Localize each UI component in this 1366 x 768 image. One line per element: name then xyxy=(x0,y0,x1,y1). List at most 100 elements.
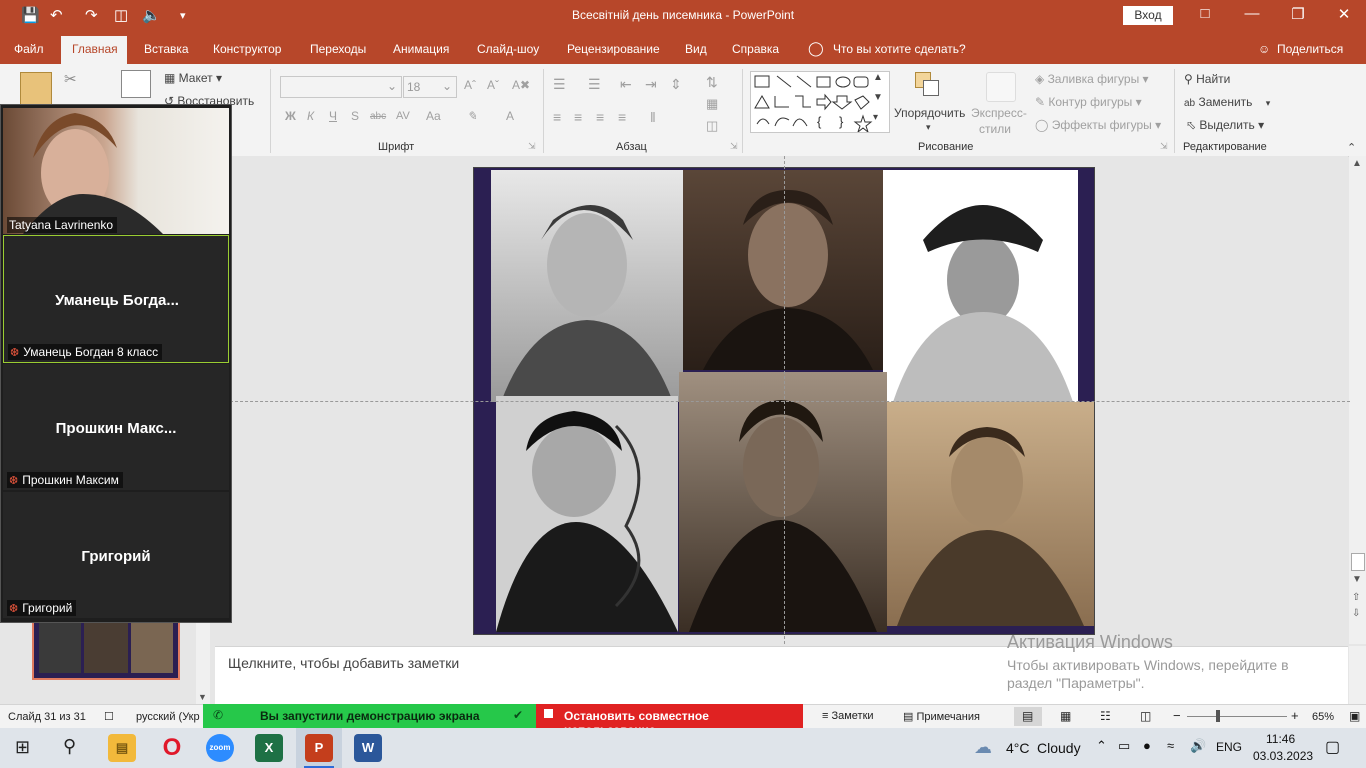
align-right-icon[interactable]: ≡ xyxy=(596,109,604,125)
numbering-icon[interactable]: ☰ xyxy=(588,76,601,93)
scroll-down-icon[interactable]: ▼ xyxy=(1352,574,1362,585)
justify-icon[interactable]: ≡ xyxy=(618,109,626,125)
microphone-icon[interactable]: ● xyxy=(1143,738,1151,753)
powerpoint-taskbar-active[interactable]: P xyxy=(296,728,342,768)
weather-text[interactable]: Cloudy xyxy=(1037,740,1081,756)
font-name-combo[interactable]: ⌄ xyxy=(280,76,402,98)
tab-slideshow[interactable]: Слайд-шоу xyxy=(477,42,539,56)
sharing-banner[interactable]: ✆ Вы запустили демонстрацию экрана ✔ xyxy=(203,704,536,728)
language-indicator[interactable]: русский (Укр xyxy=(136,711,200,723)
shape-outline-button[interactable]: ✎ Контур фигуры ▾ xyxy=(1035,95,1142,109)
close-button[interactable]: ✕ xyxy=(1329,5,1359,23)
weather-temp[interactable]: 4°C xyxy=(1006,740,1030,756)
minimize-button[interactable]: — xyxy=(1237,5,1267,22)
next-slide-icon[interactable]: ⇩ xyxy=(1352,608,1360,619)
tab-view[interactable]: Вид xyxy=(685,42,707,56)
line-spacing-icon[interactable]: ⇕ xyxy=(670,76,682,93)
clock-date[interactable]: 03.03.2023 xyxy=(1253,749,1313,763)
scroll-thumb[interactable] xyxy=(1351,553,1365,571)
volume-icon[interactable]: 🔊 xyxy=(1190,738,1206,754)
bold-icon[interactable]: Ж xyxy=(285,109,296,123)
arrange-icon[interactable] xyxy=(915,72,939,96)
dialog-launcher-icon[interactable]: ⇲ xyxy=(730,141,738,152)
zoom-level[interactable]: 65% xyxy=(1312,711,1334,723)
spellcheck-icon[interactable]: ☐ xyxy=(104,710,114,723)
normal-view-button[interactable]: ▤ xyxy=(1014,707,1042,726)
cloud-icon[interactable]: ☁ xyxy=(974,737,992,758)
reading-view-icon[interactable]: ☷ xyxy=(1100,709,1111,723)
search-icon[interactable]: ⚲ xyxy=(63,736,76,757)
slide-sorter-icon[interactable]: ▦ xyxy=(1060,709,1071,723)
stop-share-button[interactable]: Остановить совместное использование xyxy=(536,704,803,737)
shadow-icon[interactable]: S xyxy=(351,109,359,123)
slide-thumbnail-31[interactable] xyxy=(32,617,180,680)
bullets-icon[interactable]: ☰ xyxy=(553,76,566,93)
layout-button[interactable]: ▦ Макет ▾ xyxy=(164,71,222,85)
quick-styles-icon[interactable] xyxy=(986,72,1016,102)
cut-icon[interactable]: ✂ xyxy=(64,70,77,88)
collapse-ribbon-icon[interactable]: ⌃ xyxy=(1347,141,1356,154)
new-slide-icon[interactable] xyxy=(121,70,151,98)
tab-home[interactable]: Главная xyxy=(72,42,118,56)
align-left-icon[interactable]: ≡ xyxy=(553,109,561,125)
align-center-icon[interactable]: ≡ xyxy=(574,109,582,125)
paste-icon[interactable] xyxy=(20,72,52,108)
font-size-combo[interactable]: 18 ⌄ xyxy=(403,76,457,98)
tab-animations[interactable]: Анимация xyxy=(393,42,449,56)
comments-button[interactable]: ▤ Примечания xyxy=(903,710,980,723)
tab-review[interactable]: Рецензирование xyxy=(567,42,660,56)
ribbon-display-options-icon[interactable]: □ xyxy=(1190,5,1220,22)
shape-fill-button[interactable]: ◈ Заливка фигуры ▾ xyxy=(1035,72,1149,86)
tab-help[interactable]: Справка xyxy=(732,42,779,56)
text-direction-icon[interactable]: ⇅ xyxy=(706,74,718,91)
gallery-scroll-up-icon[interactable]: ▲ xyxy=(873,72,883,83)
quick-styles-label-1[interactable]: Экспресс- xyxy=(971,106,1027,120)
notes-placeholder[interactable]: Щелкните, чтобы добавить заметки xyxy=(228,655,459,671)
zoom-slider-thumb[interactable] xyxy=(1216,710,1220,722)
clock-time[interactable]: 11:46 xyxy=(1266,732,1295,746)
portrait-photo[interactable] xyxy=(683,170,883,370)
portrait-photo[interactable] xyxy=(887,402,1094,626)
font-color-icon[interactable]: A xyxy=(506,109,514,123)
portrait-photo[interactable] xyxy=(491,170,683,402)
file-explorer-icon[interactable]: ▤ xyxy=(108,734,136,762)
zoom-slider[interactable] xyxy=(1187,716,1287,717)
replace-button[interactable]: ab Заменить ▾ xyxy=(1184,95,1270,109)
decrease-indent-icon[interactable]: ⇤ xyxy=(620,76,632,93)
scroll-up-icon[interactable]: ▲ xyxy=(1352,158,1362,169)
highlight-icon[interactable]: ✎ xyxy=(467,109,477,123)
tell-me-search[interactable]: Что вы хотите сделать? xyxy=(833,42,966,56)
notes-button[interactable]: ≡ Заметки xyxy=(822,710,874,722)
find-button[interactable]: ⚲ Найти xyxy=(1184,72,1230,86)
portrait-photo[interactable] xyxy=(496,396,678,632)
participant-video-tile[interactable]: Tatyana Lavrinenko xyxy=(3,108,229,234)
sign-in-button[interactable]: Вход xyxy=(1123,6,1173,25)
increase-indent-icon[interactable]: ⇥ xyxy=(645,76,657,93)
shrink-font-icon[interactable]: Aˇ xyxy=(487,78,499,92)
windows-start-icon[interactable]: ⊞ xyxy=(15,737,30,758)
slideshow-view-icon[interactable]: ◫ xyxy=(1140,709,1151,723)
shape-effects-button[interactable]: ◯ Эффекты фигуры ▾ xyxy=(1035,118,1161,132)
dialog-launcher-icon[interactable]: ⇲ xyxy=(528,141,536,152)
share-icon[interactable]: ☺ xyxy=(1258,42,1270,56)
arrange-button[interactable]: Упорядочить xyxy=(894,106,965,120)
quick-styles-label-2[interactable]: стили xyxy=(979,122,1011,136)
italic-icon[interactable]: К xyxy=(307,109,314,123)
portrait-photo[interactable] xyxy=(883,170,1078,402)
portrait-photo[interactable] xyxy=(679,372,887,632)
fit-slide-icon[interactable]: ▣ xyxy=(1349,709,1360,723)
tab-file[interactable]: Файл xyxy=(14,42,44,56)
columns-icon[interactable]: ‖ xyxy=(650,109,656,125)
grow-font-icon[interactable]: Aˆ xyxy=(464,78,476,92)
notes-scrollbar[interactable] xyxy=(1349,646,1366,704)
underline-icon[interactable]: Ч xyxy=(329,109,337,123)
zoom-in-icon[interactable]: + xyxy=(1291,708,1299,723)
align-text-icon[interactable]: ▦ xyxy=(706,96,718,112)
previous-slide-icon[interactable]: ⇧ xyxy=(1352,592,1360,603)
opera-icon[interactable]: O xyxy=(158,734,186,762)
dialog-launcher-icon[interactable]: ⇲ xyxy=(1160,141,1168,152)
change-case-icon[interactable]: Aa xyxy=(426,109,441,123)
strikethrough-icon[interactable]: abc xyxy=(370,111,386,122)
clear-formatting-icon[interactable]: A✖ xyxy=(512,78,530,92)
canvas-scrollbar[interactable]: ▲ ▼ ⇧ ⇩ xyxy=(1349,156,1366,644)
